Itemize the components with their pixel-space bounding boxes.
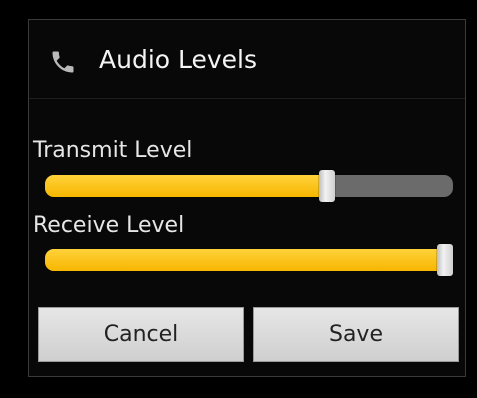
slider-fill (45, 175, 327, 197)
audio-levels-dialog: Audio Levels Transmit Level Receive Leve… (28, 19, 466, 377)
slider-fill (45, 249, 453, 271)
transmit-level-label: Transmit Level (33, 138, 193, 163)
slider-track (45, 175, 453, 197)
save-button[interactable]: Save (253, 307, 459, 362)
cancel-button[interactable]: Cancel (38, 307, 244, 362)
slider-thumb[interactable] (437, 244, 453, 276)
phone-icon (49, 48, 77, 76)
receive-level-label: Receive Level (33, 213, 185, 238)
slider-track (45, 249, 453, 271)
dialog-title-bar: Audio Levels (29, 20, 465, 99)
slider-thumb[interactable] (318, 170, 335, 202)
dialog-title: Audio Levels (99, 45, 258, 74)
transmit-level-slider[interactable] (45, 170, 453, 202)
receive-level-slider[interactable] (45, 244, 453, 276)
